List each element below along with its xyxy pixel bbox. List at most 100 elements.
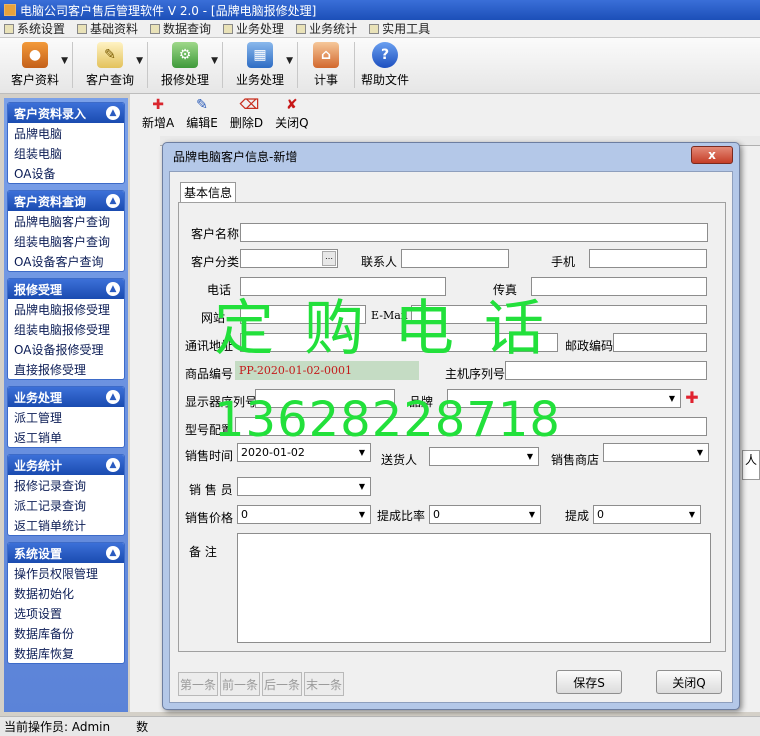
ellipsis-button[interactable]: ⋯ xyxy=(322,251,336,266)
sidebar-group-customer-entry: 客户资料录入 ▲ 品牌电脑 组装电脑 OA设备 xyxy=(7,102,125,184)
sidebar-item[interactable]: OA设备 xyxy=(8,163,124,183)
prev-record-button[interactable]: 前一条 xyxy=(220,672,260,696)
collapse-icon[interactable]: ▲ xyxy=(106,106,120,120)
chevron-down-icon[interactable]: ▼ xyxy=(211,56,218,66)
menu-business[interactable]: 业务处理 xyxy=(223,20,284,37)
address-input[interactable] xyxy=(240,333,558,352)
dialog-close-button[interactable]: x xyxy=(691,146,733,164)
tab-basic-info[interactable]: 基本信息 xyxy=(180,182,236,202)
menu-basic-data[interactable]: 基础资料 xyxy=(77,20,138,37)
toolbar-repair-button[interactable]: ⚙ 报修处理 ▼ xyxy=(150,38,220,92)
commission-rate-select[interactable]: 0 ▼ xyxy=(429,505,541,524)
collapse-icon[interactable]: ▲ xyxy=(106,282,120,296)
sidebar-item[interactable]: 报修记录查询 xyxy=(8,475,124,495)
remark-textarea[interactable] xyxy=(237,533,711,643)
sidebar-group-header[interactable]: 客户资料查询 ▲ xyxy=(8,191,124,211)
sidebar-item[interactable]: 返工销单 xyxy=(8,427,124,447)
monitor-serial-input[interactable] xyxy=(255,389,395,408)
sidebar-item[interactable]: 品牌电脑报修受理 xyxy=(8,299,124,319)
postcode-input[interactable] xyxy=(613,333,707,352)
sidebar-item[interactable]: OA设备客户查询 xyxy=(8,251,124,271)
first-record-button[interactable]: 第一条 xyxy=(178,672,218,696)
sale-date-picker[interactable]: 2020-01-02 ▼ xyxy=(237,443,371,462)
category-picker[interactable]: ⋯ xyxy=(240,249,338,268)
collapse-icon[interactable]: ▲ xyxy=(106,546,120,560)
toolbar-business-button[interactable]: ▦ 业务处理 ▼ xyxy=(225,38,295,92)
sidebar-item[interactable]: 组装电脑 xyxy=(8,143,124,163)
sidebar-item[interactable]: 组装电脑客户查询 xyxy=(8,231,124,251)
sidebar-item[interactable]: 派工管理 xyxy=(8,407,124,427)
chevron-down-icon[interactable]: ▼ xyxy=(685,507,699,522)
customer-name-input[interactable] xyxy=(240,223,708,242)
sidebar-group-header[interactable]: 业务处理 ▲ xyxy=(8,387,124,407)
delivery-select[interactable]: ▼ xyxy=(429,447,539,466)
chevron-down-icon[interactable]: ▼ xyxy=(355,445,369,460)
close-window-button[interactable]: ✘ 关闭Q xyxy=(275,98,308,134)
close-button[interactable]: 关闭Q xyxy=(656,670,722,694)
delete-button[interactable]: ⌫ 删除D xyxy=(230,98,263,134)
status-extra: 数 xyxy=(136,720,149,734)
next-record-button[interactable]: 后一条 xyxy=(262,672,302,696)
toolbar-notes-button[interactable]: ⌂ 计事 xyxy=(300,38,352,92)
collapse-icon[interactable]: ▲ xyxy=(106,390,120,404)
chevron-down-icon[interactable]: ▼ xyxy=(61,56,68,66)
sidebar-item[interactable]: 派工记录查询 xyxy=(8,495,124,515)
address-label: 通讯地址 xyxy=(185,339,234,353)
website-input[interactable] xyxy=(240,305,366,324)
new-button[interactable]: ✚ 新增A xyxy=(142,98,174,134)
toolbar-customer-query-button[interactable]: ✎ 客户查询 ▼ xyxy=(75,38,145,92)
toolbar-customer-data-button[interactable]: ● 客户资料 ▼ xyxy=(0,38,70,92)
dialog-title: 品牌电脑客户信息-新增 xyxy=(173,149,298,164)
add-brand-icon[interactable]: ✚ xyxy=(685,390,699,406)
contact-input[interactable] xyxy=(401,249,509,268)
sidebar-item[interactable]: 品牌电脑 xyxy=(8,123,124,143)
sidebar-item[interactable]: 返工销单统计 xyxy=(8,515,124,535)
menu-tools[interactable]: 实用工具 xyxy=(369,20,430,37)
email-input[interactable] xyxy=(411,305,707,324)
sidebar-item[interactable]: 直接报修受理 xyxy=(8,359,124,379)
save-button[interactable]: 保存S xyxy=(556,670,622,694)
collapse-icon[interactable]: ▲ xyxy=(106,458,120,472)
host-serial-input[interactable] xyxy=(505,361,707,380)
chevron-down-icon[interactable]: ▼ xyxy=(355,479,369,494)
menu-data-query[interactable]: 数据查询 xyxy=(150,20,211,37)
sidebar-item[interactable]: 数据初始化 xyxy=(8,583,124,603)
model-config-input[interactable] xyxy=(235,417,707,436)
brand-select[interactable]: ▼ xyxy=(447,389,681,408)
sidebar-item[interactable]: 数据库备份 xyxy=(8,623,124,643)
sidebar-item[interactable]: 数据库恢复 xyxy=(8,643,124,663)
salesperson-select[interactable]: ▼ xyxy=(237,477,371,496)
chevron-down-icon[interactable]: ▼ xyxy=(523,449,537,464)
sidebar-group-header[interactable]: 报修受理 ▲ xyxy=(8,279,124,299)
phone-input[interactable] xyxy=(240,277,446,296)
menu-system-settings[interactable]: 系统设置 xyxy=(4,20,65,37)
postcode-label: 邮政编码 xyxy=(565,339,614,353)
sidebar-item[interactable]: OA设备报修受理 xyxy=(8,339,124,359)
fax-input[interactable] xyxy=(531,277,707,296)
commission-select[interactable]: 0 ▼ xyxy=(593,505,701,524)
price-select[interactable]: 0 ▼ xyxy=(237,505,371,524)
menu-statistics[interactable]: 业务统计 xyxy=(296,20,357,37)
sidebar-group-header[interactable]: 客户资料录入 ▲ xyxy=(8,103,124,123)
chevron-down-icon[interactable]: ▼ xyxy=(693,445,707,460)
sidebar-group-header[interactable]: 业务统计 ▲ xyxy=(8,455,124,475)
chevron-down-icon[interactable]: ▼ xyxy=(665,391,679,406)
search-doc-icon: ✎ xyxy=(97,42,123,68)
sidebar-item[interactable]: 品牌电脑客户查询 xyxy=(8,211,124,231)
chevron-down-icon[interactable]: ▼ xyxy=(136,56,143,66)
sub-toolbar: ✚ 新增A ✎ 编辑E ⌫ 删除D ✘ 关闭Q xyxy=(142,98,321,134)
chevron-down-icon[interactable]: ▼ xyxy=(355,507,369,522)
collapse-icon[interactable]: ▲ xyxy=(106,194,120,208)
store-select[interactable]: ▼ xyxy=(603,443,709,462)
sidebar-group-header[interactable]: 系统设置 ▲ xyxy=(8,543,124,563)
last-record-button[interactable]: 末一条 xyxy=(304,672,344,696)
edit-button[interactable]: ✎ 编辑E xyxy=(186,98,218,134)
sidebar-item[interactable]: 操作员权限管理 xyxy=(8,563,124,583)
category-label: 客户分类 xyxy=(191,255,240,269)
mobile-input[interactable] xyxy=(589,249,707,268)
sidebar-item[interactable]: 选项设置 xyxy=(8,603,124,623)
chevron-down-icon[interactable]: ▼ xyxy=(286,56,293,66)
toolbar-help-button[interactable]: ? 帮助文件 xyxy=(357,38,413,92)
chevron-down-icon[interactable]: ▼ xyxy=(525,507,539,522)
sidebar-item[interactable]: 组装电脑报修受理 xyxy=(8,319,124,339)
